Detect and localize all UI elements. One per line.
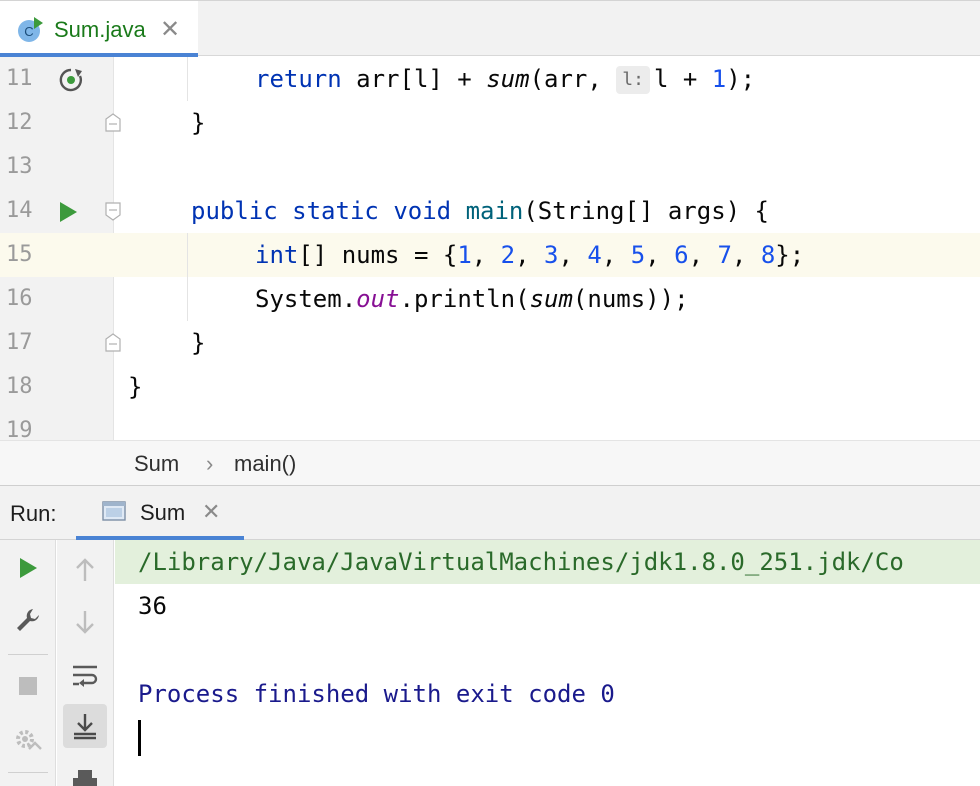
indent-guide xyxy=(187,233,188,321)
soft-wrap-icon xyxy=(73,665,98,687)
code-line: 12 } xyxy=(0,101,980,145)
run-toolbar-secondary xyxy=(57,540,114,786)
stop-icon xyxy=(19,677,37,695)
java-class-icon: C xyxy=(18,17,43,42)
line-number: 11 xyxy=(6,66,33,91)
parameter-hint: l: xyxy=(616,66,650,94)
run-icon xyxy=(20,558,37,578)
code-line: 13 xyxy=(0,145,980,189)
code-text: int[] nums = {1, 2, 3, 4, 5, 6, 7, 8}; xyxy=(255,241,805,269)
recursive-call-icon[interactable] xyxy=(58,67,84,93)
toolbar-divider xyxy=(8,772,48,773)
breadcrumb-item-class[interactable]: Sum xyxy=(134,451,179,477)
console-text-cursor xyxy=(138,720,141,756)
line-number: 13 xyxy=(6,154,33,179)
breadcrumb-item-method[interactable]: main() xyxy=(234,451,296,477)
run-icon[interactable] xyxy=(58,201,78,223)
code-line: 14 public static void main(String[] args… xyxy=(0,189,980,233)
code-text: public static void main(String[] args) { xyxy=(191,197,769,225)
console-output-line: 36 xyxy=(138,592,167,620)
code-text: return arr[l] + sum(arr, l: l + 1); xyxy=(255,65,756,94)
down-stack-trace-button[interactable] xyxy=(63,600,107,644)
soft-wrap-button[interactable] xyxy=(63,654,107,698)
arrow-down-icon xyxy=(76,611,94,634)
wrench-icon xyxy=(17,609,39,631)
run-tab-label: Sum xyxy=(140,500,186,525)
settings-gear-icon xyxy=(16,730,42,750)
tab-sum-java[interactable]: C Sum.java ✕ xyxy=(0,1,198,57)
indent-guide xyxy=(187,57,188,101)
line-number: 12 xyxy=(6,110,33,135)
scroll-to-end-icon xyxy=(74,714,96,740)
rerun-button[interactable] xyxy=(6,546,50,590)
close-icon[interactable]: ✕ xyxy=(202,499,220,525)
print-button[interactable] xyxy=(63,760,107,786)
code-text: System.out.println(sum(nums)); xyxy=(255,285,689,313)
code-text: } xyxy=(191,109,206,137)
code-text: } xyxy=(128,373,143,401)
code-line: 16 System.out.println(sum(nums)); xyxy=(0,277,980,321)
line-number: 17 xyxy=(6,330,33,355)
code-line: 19 xyxy=(0,409,980,440)
code-line: 17 } xyxy=(0,321,980,365)
code-line: 18 } xyxy=(0,365,980,409)
line-number: 16 xyxy=(6,286,33,311)
fold-start-icon[interactable] xyxy=(104,201,122,221)
console-exit-message: Process finished with exit code 0 xyxy=(138,680,615,708)
console-window-icon xyxy=(102,501,126,521)
console-output[interactable]: /Library/Java/JavaVirtualMachines/jdk1.8… xyxy=(115,540,980,786)
stop-button[interactable] xyxy=(6,664,50,708)
code-line: 11 return arr[l] + sum(arr, l: l + 1); xyxy=(0,57,980,101)
scroll-to-end-button[interactable] xyxy=(63,704,107,748)
editor-tab-bar: C Sum.java ✕ xyxy=(0,0,980,57)
line-number: 19 xyxy=(6,418,33,440)
tab-label: Sum.java xyxy=(54,17,146,42)
code-editor[interactable]: 11 return arr[l] + sum(arr, l: l + 1); 12… xyxy=(0,57,980,440)
restore-layout-button[interactable] xyxy=(6,718,50,762)
arrow-up-icon xyxy=(76,558,94,581)
chevron-right-icon: › xyxy=(206,451,214,476)
fold-end-icon[interactable] xyxy=(104,333,122,353)
toolbar-divider xyxy=(8,654,48,655)
run-panel-title: Run: xyxy=(10,501,57,526)
line-number: 14 xyxy=(6,198,33,223)
console-command-line: /Library/Java/JavaVirtualMachines/jdk1.8… xyxy=(115,540,980,584)
modify-run-configuration-button[interactable] xyxy=(6,598,50,642)
line-number: 18 xyxy=(6,374,33,399)
run-panel-header: Run: Sum ✕ xyxy=(0,486,980,540)
up-stack-trace-button[interactable] xyxy=(63,548,107,592)
line-number: 15 xyxy=(6,242,33,267)
svg-text:C: C xyxy=(24,24,33,39)
printer-icon xyxy=(73,770,97,786)
run-toolbar-primary xyxy=(0,540,56,786)
code-text: } xyxy=(191,329,206,357)
fold-end-icon[interactable] xyxy=(104,113,122,133)
close-icon[interactable]: ✕ xyxy=(160,15,180,44)
breadcrumb: Sum › main() xyxy=(0,440,980,486)
current-code-line: 15 int[] nums = {1, 2, 3, 4, 5, 6, 7, 8}… xyxy=(0,233,980,277)
